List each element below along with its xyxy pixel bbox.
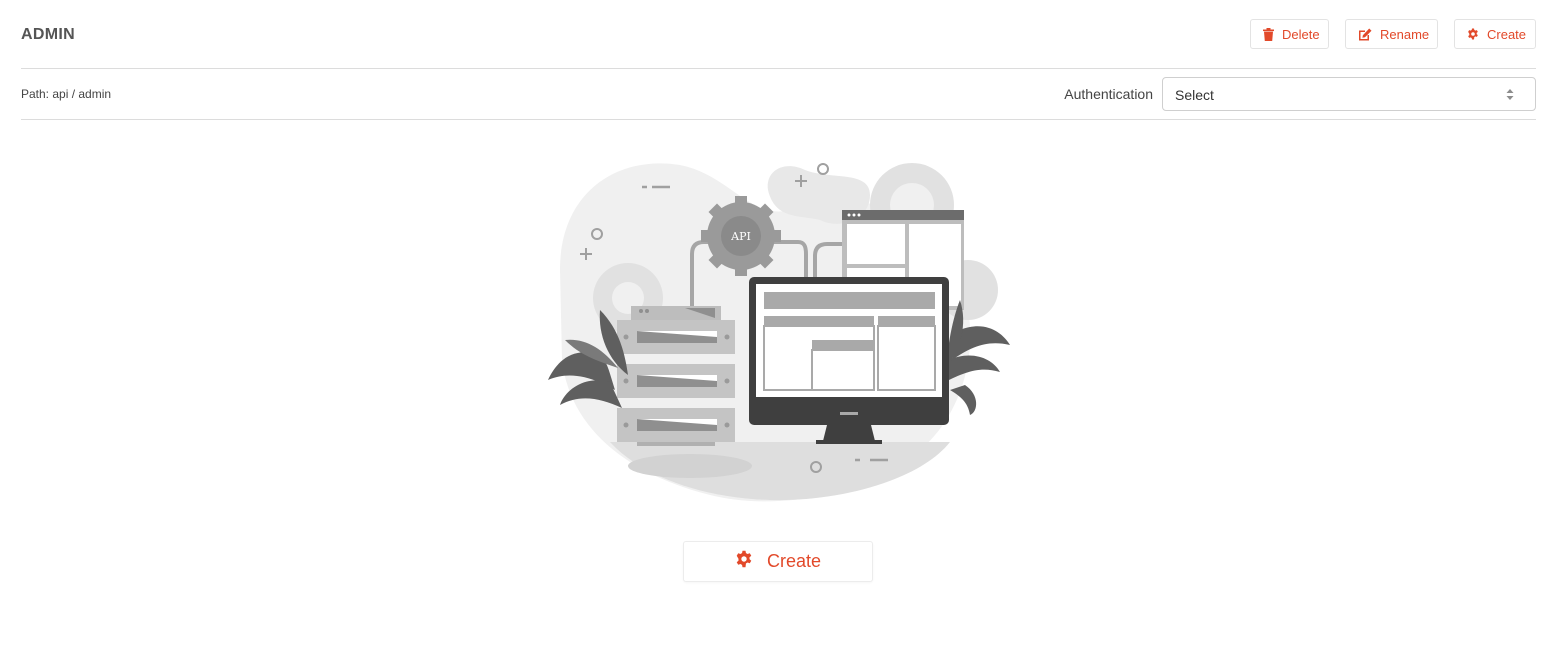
header-actions: Delete Rename Create [1250, 19, 1536, 49]
create-button-main[interactable]: Create [683, 541, 873, 582]
delete-button[interactable]: Delete [1250, 19, 1329, 49]
authentication-select[interactable]: Select [1162, 77, 1536, 111]
rename-button-label: Rename [1380, 26, 1430, 42]
create-button-label: Create [1487, 26, 1527, 42]
api-gear-label: API [730, 230, 751, 243]
create-button-main-label: Create [766, 551, 822, 571]
sort-arrows-icon [1506, 88, 1514, 106]
api-empty-illustration: API [540, 150, 1020, 510]
gear-icon [735, 550, 753, 573]
edit-icon [1358, 28, 1372, 41]
delete-button-label: Delete [1282, 26, 1320, 42]
path-bar: Path: api / admin Authentication Select [21, 68, 1536, 120]
trash-icon [1263, 27, 1274, 41]
page-title: ADMIN [21, 26, 75, 43]
gear-icon [1467, 28, 1479, 40]
authentication-control: Authentication Select [1064, 77, 1536, 111]
create-button-header[interactable]: Create [1454, 19, 1536, 49]
page-header: ADMIN Delete Rename Create [21, 0, 1536, 69]
breadcrumb-path: Path: api / admin [21, 87, 112, 101]
authentication-select-value: Select [1175, 87, 1214, 103]
authentication-label: Authentication [1064, 86, 1153, 102]
rename-button[interactable]: Rename [1345, 19, 1438, 49]
